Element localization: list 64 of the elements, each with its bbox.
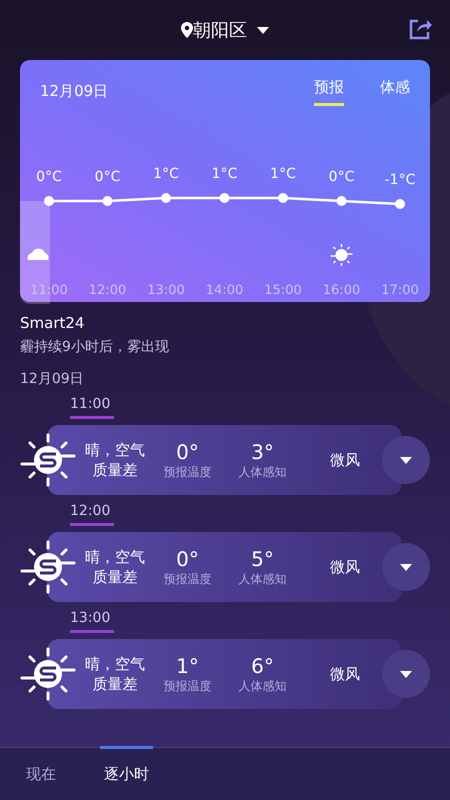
hour-label[interactable]: 15:00	[264, 283, 302, 298]
temperature-label: 1°C	[153, 166, 179, 182]
data-point	[395, 199, 405, 209]
location-pin-icon	[181, 22, 193, 38]
condition-text: 晴，空气质量差	[84, 440, 146, 480]
data-point	[336, 196, 346, 206]
forecast-date: 12月09日	[40, 82, 110, 100]
cloud-icon	[28, 248, 49, 260]
dropdown-caret-icon[interactable]	[257, 26, 269, 34]
feel-temp: 3°	[251, 440, 274, 464]
forecast-temp-label: 预报温度	[164, 570, 212, 588]
temperature-label: 0°C	[328, 169, 354, 185]
temperature-label: 1°C	[270, 166, 296, 182]
temperature-label: 1°C	[212, 166, 238, 182]
wind-text: 微风	[329, 450, 361, 470]
hour-label[interactable]: 16:00	[322, 283, 360, 298]
summary-title: Smart24	[20, 314, 86, 332]
feel-temp-label: 人体感知	[238, 678, 286, 694]
caret-icon	[400, 456, 412, 464]
location-title[interactable]: 朝阳区	[193, 18, 247, 42]
expand-button[interactable]	[382, 650, 430, 698]
hour-time: 12:00	[70, 503, 114, 526]
hour-time: 13:00	[70, 610, 114, 633]
hour-label[interactable]: 11:00	[30, 283, 68, 298]
feel-temp-label: 人体感知	[238, 464, 286, 480]
data-point	[278, 193, 288, 203]
feel-temp: 5°	[251, 546, 274, 570]
hour-label[interactable]: 12:00	[88, 283, 126, 298]
sun-icon	[20, 539, 76, 595]
share-icon[interactable]	[408, 18, 432, 40]
temperature-label: 0°C	[94, 169, 120, 185]
hour-label[interactable]: 13:00	[147, 283, 185, 298]
temperature-label: -1°C	[384, 172, 416, 188]
sun-icon	[20, 646, 76, 702]
hour-time: 11:00	[70, 396, 114, 419]
forecast-tab[interactable]: 体感	[380, 76, 410, 106]
nav-tab[interactable]: 逐小时	[100, 746, 153, 800]
caret-icon	[400, 564, 412, 570]
data-point	[220, 193, 230, 203]
hour-label[interactable]: 17:00	[381, 283, 419, 298]
feel-temp: 6°	[251, 654, 274, 678]
sun-icon	[330, 244, 352, 266]
list-date: 12月09日	[20, 370, 85, 388]
feel-temp-label: 人体感知	[238, 570, 286, 588]
condition-text: 晴，空气质量差	[84, 547, 146, 587]
caret-icon	[400, 670, 412, 678]
hour-label[interactable]: 14:00	[206, 283, 244, 298]
summary-text: 霾持续9小时后，雾出现	[20, 338, 170, 356]
expand-button[interactable]	[382, 436, 430, 484]
forecast-temp-label: 预报温度	[164, 678, 212, 694]
data-point	[44, 196, 54, 206]
wind-text: 微风	[329, 558, 361, 576]
forecast-temp-label: 预报温度	[164, 464, 212, 480]
forecast-tab[interactable]: 预报	[314, 76, 344, 106]
nav-tab[interactable]: 现在	[22, 746, 60, 800]
temperature-label: 0°C	[36, 169, 62, 185]
forecast-temp: 0°	[176, 440, 199, 464]
data-point	[102, 196, 112, 206]
data-point	[161, 193, 171, 203]
condition-text: 晴，空气质量差	[84, 654, 146, 694]
forecast-temp: 0°	[176, 546, 199, 570]
forecast-temp: 1°	[176, 654, 199, 678]
sun-icon	[20, 432, 76, 488]
wind-text: 微风	[329, 664, 361, 684]
